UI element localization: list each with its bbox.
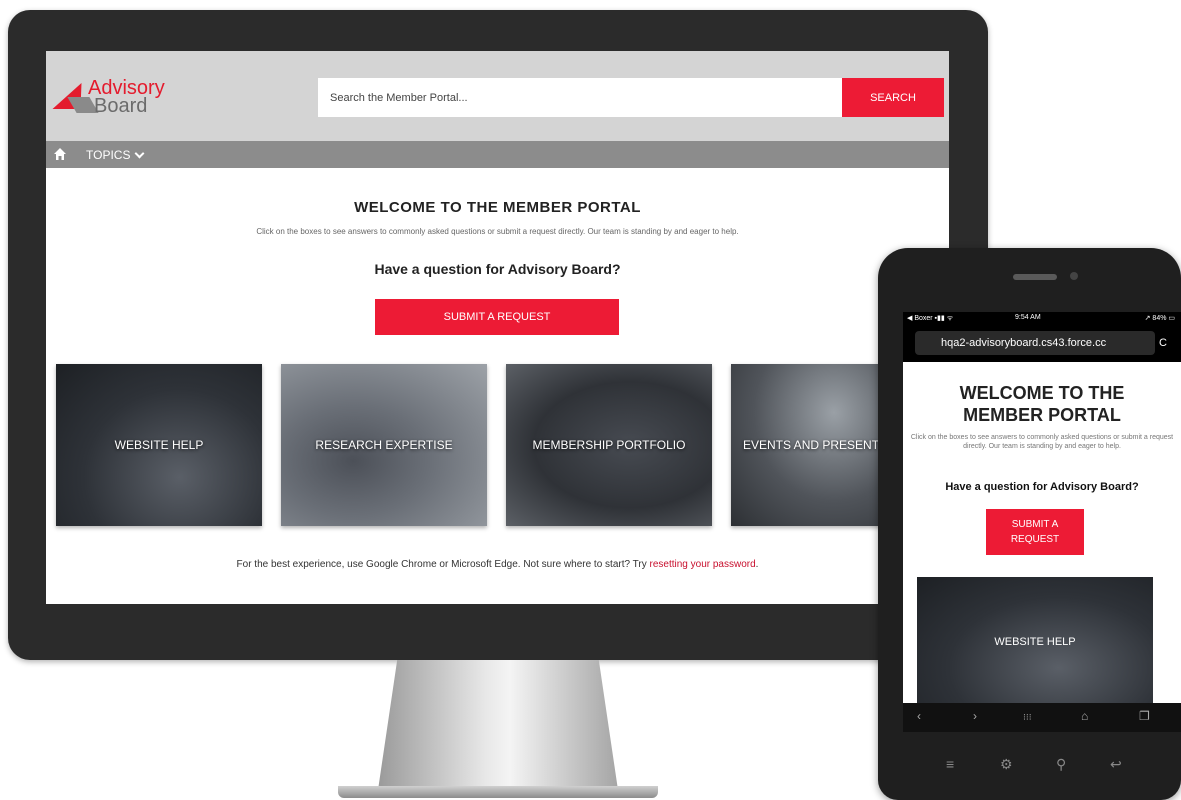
carrier-signal: ◀ Boxer ▪▮▮ ᯤ [907,315,954,322]
welcome-subtext: Click on the boxes to see answers to com… [256,227,739,236]
submit-request-button[interactable]: SUBMIT A REQUEST [375,299,619,335]
monitor-stand-base [338,786,658,798]
desktop-screen: Advisory Board SEARCH TOPICS WELCOME TO … [46,51,949,604]
mobile-page-title: WELCOME TO THE MEMBER PORTAL [959,383,1125,425]
browser-url-bar: hqa2-advisoryboard.cs43.force.cc C [903,324,1181,362]
search-icon[interactable]: ⚲ [1056,756,1066,773]
mobile-screen: ◀ Boxer ▪▮▮ ᯤ 9:54 AM ↗ 84% ▭ hqa2-advis… [903,312,1181,732]
tile-label: MEMBERSHIP PORTFOLIO [532,438,686,452]
page-title: WELCOME TO THE MEMBER PORTAL [354,199,641,216]
camera-icon [1070,272,1078,280]
url-field[interactable]: hqa2-advisoryboard.cs43.force.cc [915,331,1155,355]
home-icon[interactable]: ⌂ [1081,709,1088,723]
tile-label: RESEARCH EXPERTISE [315,438,453,452]
topics-menu[interactable]: TOPICS [86,148,145,162]
back-icon[interactable]: ↩ [1110,756,1122,773]
tile-research-expertise[interactable]: RESEARCH EXPERTISE [281,364,487,526]
site-header: Advisory Board SEARCH [46,51,949,141]
footer-note: For the best experience, use Google Chro… [46,559,949,570]
browser-bottom-toolbar: ‹ › ⁝⁝⁝ ⌂ ❐ [903,703,1181,732]
back-arrow-icon[interactable]: ‹ [917,709,921,723]
tile-label: WEBSITE HELP [994,636,1076,648]
url-text: hqa2-advisoryboard.cs43.force.cc [941,337,1107,349]
nav-bar: TOPICS [46,141,949,168]
grid-menu-icon[interactable]: ⁝⁝⁝ [1023,712,1032,723]
status-bar: ◀ Boxer ▪▮▮ ᯤ 9:54 AM ↗ 84% ▭ [903,312,1181,324]
monitor-stand-neck [378,660,618,790]
logo-line-2: Board [94,95,148,117]
gear-icon[interactable]: ⚙ [1000,756,1013,773]
reload-icon[interactable]: C [1159,337,1167,349]
search-button[interactable]: SEARCH [842,78,944,117]
tile-membership-portfolio[interactable]: MEMBERSHIP PORTFOLIO [506,364,712,526]
hardware-keys: ≡ ⚙ ⚲ ↩ [938,756,1138,776]
footer-end: . [755,559,759,570]
footer-text: For the best experience, use Google Chro… [236,559,650,570]
mobile-phone: ◀ Boxer ▪▮▮ ᯤ 9:54 AM ↗ 84% ▭ hqa2-advis… [878,248,1181,800]
topic-tiles: WEBSITE HELP RESEARCH EXPERTISE MEMBERSH… [56,364,949,526]
search-input[interactable] [318,78,842,117]
battery-indicator: ↗ 84% ▭ [1144,315,1175,322]
forward-arrow-icon[interactable]: › [973,709,977,723]
mockup-stage: Advisory Board SEARCH TOPICS WELCOME TO … [0,0,1181,800]
status-time: 9:54 AM [1015,314,1041,321]
question-heading: Have a question for Advisory Board? [374,261,621,277]
phone-speaker [1013,274,1057,280]
mobile-welcome-subtext: Click on the boxes to see answers to com… [910,434,1174,450]
mobile-tile-website-help[interactable]: WEBSITE HELP [917,577,1153,707]
desktop-monitor: Advisory Board SEARCH TOPICS WELCOME TO … [8,10,988,660]
reset-password-link[interactable]: resetting your password [650,559,756,570]
topics-label: TOPICS [86,148,131,162]
home-icon[interactable] [53,147,67,161]
mobile-submit-request-button[interactable]: SUBMIT A REQUEST [986,509,1084,555]
chevron-down-icon [135,148,145,159]
tabs-icon[interactable]: ❐ [1139,709,1150,723]
logo-mark-icon [52,83,99,113]
tile-label: EVENTS AND PRESENT [743,438,880,452]
advisory-board-logo[interactable]: Advisory Board [52,78,180,119]
mobile-question-heading: Have a question for Advisory Board? [945,481,1139,493]
tile-label: WEBSITE HELP [114,438,204,452]
menu-icon[interactable]: ≡ [946,756,954,772]
logo-wordmark: Advisory Board [88,78,165,117]
tile-website-help[interactable]: WEBSITE HELP [56,364,262,526]
